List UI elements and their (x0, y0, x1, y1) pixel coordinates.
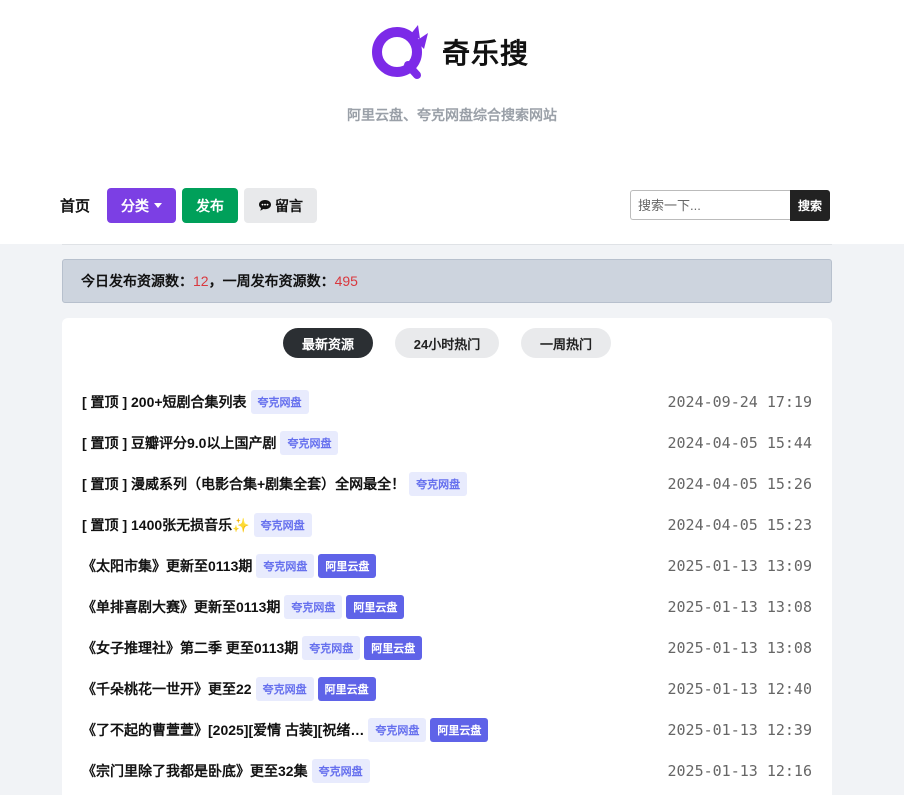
publish-button[interactable]: 发布 (182, 188, 239, 223)
resource-title-link[interactable]: 《女子推理社》第二季 更至0113期 (82, 638, 298, 658)
resource-row-left: 《千朵桃花一世开》更至22 夸克网盘 阿里云盘 (82, 676, 376, 701)
quark-drive-badge: 夸克网盘 (284, 594, 343, 619)
resource-row-left: 《单排喜剧大赛》更新至0113期 夸克网盘 阿里云盘 (82, 594, 405, 619)
today-count-label: 今日发布资源数： (81, 273, 193, 289)
category-label: 分类 (121, 197, 150, 214)
nav-home-link[interactable]: 首页 (60, 195, 90, 216)
quark-drive-badge: 夸克网盘 (253, 512, 312, 537)
header: 奇乐搜 阿里云盘、夸克网盘综合搜索网站 首页 分类 发布 留言 搜索 (0, 0, 904, 244)
quark-drive-badge: 夸克网盘 (368, 717, 427, 742)
quark-drive-badge: 夸克网盘 (250, 389, 309, 414)
resource-tabs: 最新资源 24小时热门 一周热门 (62, 328, 832, 358)
tab-week-hot[interactable]: 一周热门 (521, 328, 611, 358)
site-name: 奇乐搜 (442, 38, 530, 69)
resource-title-link[interactable]: 《太阳市集》更新至0113期 (82, 556, 252, 576)
week-count-value: 495 (334, 273, 358, 289)
resource-row[interactable]: 《宗门里除了我都是卧底》更至32集 夸克网盘 2025-01-13 12:16 (82, 750, 812, 791)
resource-title-link[interactable]: [ 置顶 ] 豆瓣评分9.0以上国产剧 (82, 433, 276, 453)
resource-row[interactable]: 《了不起的曹萱萱》[2025][爱情 古装][祝绪… 夸克网盘 阿里云盘 2025-0… (82, 709, 812, 750)
quark-drive-badge: 夸克网盘 (280, 430, 339, 455)
message-button[interactable]: 留言 (244, 188, 318, 223)
search-input[interactable] (630, 190, 790, 220)
resource-row[interactable]: [ 置顶 ] 200+短剧合集列表 夸克网盘 2024-09-24 17:19 (82, 381, 812, 422)
today-count-value: 12 (193, 273, 209, 289)
resource-title-link[interactable]: [ 置顶 ] 200+短剧合集列表 (82, 392, 247, 412)
aliyun-drive-badge: 阿里云盘 (318, 553, 377, 578)
search-form: 搜索 (630, 190, 830, 221)
header-divider (62, 244, 832, 245)
search-button[interactable]: 搜索 (790, 190, 830, 221)
resource-row[interactable]: [ 置顶 ] 漫威系列（电影合集+剧集全套）全网最全！ 夸克网盘 2024-04-0… (82, 463, 812, 504)
publish-stats-bar: 今日发布资源数： 12 ， 一周发布资源数： 495 (62, 259, 832, 303)
resource-row-left: [ 置顶 ] 1400张无损音乐✨ 夸克网盘 (82, 512, 312, 537)
tab-24h-hot[interactable]: 24小时热门 (395, 328, 499, 358)
quark-drive-badge: 夸克网盘 (256, 553, 315, 578)
aliyun-drive-badge: 阿里云盘 (317, 676, 376, 701)
resource-row-left: [ 置顶 ] 豆瓣评分9.0以上国产剧 夸克网盘 (82, 430, 339, 455)
search-cat-logo-icon (372, 25, 428, 79)
site-tagline: 阿里云盘、夸克网盘综合搜索网站 (347, 107, 557, 123)
resource-time: 2024-04-05 15:44 (667, 433, 813, 452)
main-nav: 首页 分类 发布 留言 (60, 188, 323, 223)
resource-time: 2025-01-13 12:16 (667, 761, 813, 780)
resource-panel: 最新资源 24小时热门 一周热门 [ 置顶 ] 200+短剧合集列表 夸克网盘 20… (62, 318, 832, 795)
resource-time: 2025-01-13 12:39 (667, 720, 813, 739)
week-count-label: 一周发布资源数： (222, 273, 335, 289)
resource-row[interactable]: 《千朵桃花一世开》更至22 夸克网盘 阿里云盘 2025-01-13 12:40 (82, 668, 812, 709)
resource-list: [ 置顶 ] 200+短剧合集列表 夸克网盘 2024-09-24 17:19[ 置… (82, 381, 812, 791)
tab-latest[interactable]: 最新资源 (283, 328, 373, 358)
resource-title-link[interactable]: [ 置顶 ] 1400张无损音乐✨ (82, 515, 250, 535)
resource-time: 2025-01-13 12:40 (667, 679, 813, 698)
resource-time: 2024-04-05 15:23 (667, 515, 813, 534)
quark-drive-badge: 夸克网盘 (255, 676, 314, 701)
resource-row-left: 《了不起的曹萱萱》[2025][爱情 古装][祝绪… 夸克网盘 阿里云盘 (82, 717, 489, 742)
publish-label: 发布 (196, 197, 225, 214)
resource-time: 2024-04-05 15:26 (667, 474, 813, 493)
resource-row[interactable]: [ 置顶 ] 豆瓣评分9.0以上国产剧 夸克网盘 2024-04-05 15:44 (82, 422, 812, 463)
resource-title-link[interactable]: 《单排喜剧大赛》更新至0113期 (82, 597, 280, 617)
resource-row[interactable]: 《女子推理社》第二季 更至0113期 夸克网盘 阿里云盘 2025-01-13 13:… (82, 627, 812, 668)
speech-bubble-icon (259, 200, 272, 211)
aliyun-drive-badge: 阿里云盘 (364, 635, 423, 660)
resource-title-link[interactable]: [ 置顶 ] 漫威系列（电影合集+剧集全套）全网最全！ (82, 474, 405, 494)
resource-row[interactable]: [ 置顶 ] 1400张无损音乐✨ 夸克网盘 2024-04-05 15:23 (82, 504, 812, 545)
resource-row[interactable]: 《太阳市集》更新至0113期 夸克网盘 阿里云盘 2025-01-13 13:09 (82, 545, 812, 586)
resource-time: 2024-09-24 17:19 (667, 392, 813, 411)
resource-row-left: 《女子推理社》第二季 更至0113期 夸克网盘 阿里云盘 (82, 635, 423, 660)
resource-title-link[interactable]: 《了不起的曹萱萱》[2025][爱情 古装][祝绪… (82, 720, 364, 740)
quark-drive-badge: 夸克网盘 (409, 471, 468, 496)
category-dropdown-button[interactable]: 分类 (107, 188, 177, 223)
resource-row-left: 《宗门里除了我都是卧底》更至32集 夸克网盘 (82, 758, 370, 783)
aliyun-drive-badge: 阿里云盘 (430, 717, 489, 742)
resource-row-left: 《太阳市集》更新至0113期 夸克网盘 阿里云盘 (82, 553, 377, 578)
site-brand[interactable]: 奇乐搜 (370, 24, 529, 80)
resource-title-link[interactable]: 《宗门里除了我都是卧底》更至32集 (82, 761, 308, 781)
resource-title-link[interactable]: 《千朵桃花一世开》更至22 (82, 679, 252, 699)
message-label: 留言 (275, 197, 304, 214)
resource-row-left: [ 置顶 ] 漫威系列（电影合集+剧集全套）全网最全！ 夸克网盘 (82, 471, 468, 496)
resource-row-left: [ 置顶 ] 200+短剧合集列表 夸克网盘 (82, 389, 309, 414)
quark-drive-badge: 夸克网盘 (311, 758, 370, 783)
quark-drive-badge: 夸克网盘 (302, 635, 361, 660)
caret-down-icon (154, 203, 163, 208)
stats-separator: ， (208, 273, 223, 289)
resource-time: 2025-01-13 13:08 (667, 597, 813, 616)
resource-time: 2025-01-13 13:08 (667, 638, 813, 657)
resource-time: 2025-01-13 13:09 (667, 556, 813, 575)
resource-row[interactable]: 《单排喜剧大赛》更新至0113期 夸克网盘 阿里云盘 2025-01-13 13:08 (82, 586, 812, 627)
aliyun-drive-badge: 阿里云盘 (346, 594, 405, 619)
